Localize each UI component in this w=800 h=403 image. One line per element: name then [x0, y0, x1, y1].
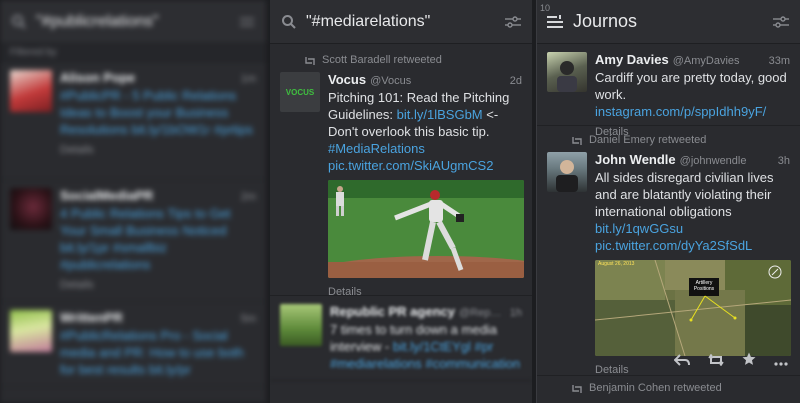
tweet-text: Cardiff you are pretty today, good work.… — [595, 70, 787, 119]
tweet[interactable]: WrittenPR 5m #PublicRelations Pro - Socia… — [0, 302, 266, 387]
tweet-author[interactable]: Alison Pope — [60, 70, 135, 85]
tweet-text: 4 Public Relations Tips to Get Your Smal… — [60, 206, 231, 272]
tweet[interactable]: Republic PR agency @Republic... 1h 7 tim… — [270, 296, 532, 381]
avatar[interactable] — [10, 188, 52, 230]
tweet-author[interactable]: Amy Davies — [595, 52, 669, 67]
avatar[interactable]: VOCUS — [280, 72, 320, 112]
tweet-time: 1h — [509, 307, 522, 319]
tweet-actions — [673, 352, 788, 369]
retweeted-by[interactable]: Daniel Emery retweeted — [589, 134, 706, 146]
retweet-action-icon[interactable] — [708, 353, 724, 369]
tweet-link[interactable]: bit.ly/1qwGGsu — [595, 221, 683, 236]
map-annotation-label: Artillery Positions — [693, 280, 715, 292]
avatar[interactable] — [280, 304, 322, 346]
column-header: Journos — [537, 0, 800, 44]
avatar[interactable] — [547, 52, 587, 92]
hashtag-link[interactable]: #pr — [475, 339, 494, 354]
retweet-icon — [304, 56, 316, 69]
tweet-author[interactable]: Republic PR agency — [330, 304, 455, 319]
column-header: "#mediarelations" — [270, 0, 532, 44]
tweet[interactable]: SocialMediaPR 2m 4 Public Relations Tips … — [0, 180, 266, 302]
tweet-time: 5m — [240, 313, 256, 325]
search-icon — [10, 13, 28, 31]
tweet-image-baseball[interactable] — [328, 180, 524, 278]
retweet-icon — [571, 136, 583, 149]
avatar[interactable] — [10, 70, 52, 112]
tweet-image-satellite-map[interactable]: August 26, 2013 Artillery Positions — [595, 260, 791, 356]
column-title: "#publicrelations" — [36, 12, 159, 30]
column-title: Journos — [573, 11, 638, 31]
tweet-time: 2d — [509, 75, 522, 87]
tweet-author[interactable]: SocialMediaPR — [60, 188, 153, 203]
tweet-link[interactable]: bit.ly/1CtEYgl — [393, 339, 471, 354]
column-number: 10 — [540, 3, 551, 13]
tweet[interactable]: Amy Davies @AmyDavies 33m Cardiff you ar… — [537, 44, 800, 138]
column-settings-icon[interactable] — [504, 13, 522, 31]
hashtag-link[interactable]: #MediaRelations — [328, 141, 425, 156]
tweet[interactable]: Alison Pope 1m #PublicPR - 5 Public Relat… — [0, 62, 266, 180]
tweet-handle[interactable]: @johnwendle — [680, 155, 772, 167]
avatar[interactable] — [547, 152, 587, 192]
vocus-logo: VOCUS — [285, 87, 315, 97]
tweet-author[interactable]: John Wendle — [595, 152, 676, 167]
tweet-link[interactable]: bit.ly/1lBSGbM — [397, 107, 483, 122]
retweet-icon — [571, 384, 583, 397]
column-publicrelations: "#publicrelations" Filtered by Alison Po… — [0, 0, 266, 403]
tweet-text: All sides disregard civilian lives and a… — [595, 170, 774, 253]
retweet-line: Benjamin Cohen retweeted — [572, 382, 790, 394]
pic-link[interactable]: pic.twitter.com/SkiAUgmCS2 — [328, 158, 493, 173]
tweet-text: #PublicRelations Pro - Social media and … — [60, 328, 244, 377]
tweet-time: 2m — [240, 191, 256, 203]
column-mediarelations: "#mediarelations" Scott Baradell retweet… — [270, 0, 532, 403]
map-date-label: August 26, 2013 — [598, 261, 635, 267]
retweeted-by[interactable]: Benjamin Cohen retweeted — [589, 382, 722, 394]
column-journos: 10 Journos Amy Davies @AmyDavies 33m Car… — [536, 0, 800, 403]
list-icon — [547, 13, 565, 31]
tweet-author[interactable]: Vocus — [328, 72, 366, 87]
reply-icon[interactable] — [673, 353, 690, 369]
instagram-link[interactable]: instagram.com/p/sppIdhh9yF/ — [595, 104, 766, 119]
tweet-handle[interactable]: @AmyDavies — [673, 55, 763, 67]
more-options-icon[interactable] — [774, 353, 788, 369]
details-link[interactable]: Details — [60, 279, 256, 291]
hashtag-link[interactable]: #mediarelations #communication — [330, 356, 520, 371]
tweet-time: 3h — [777, 155, 790, 167]
tweet-text: Pitching 101: Read the Pitching Guidelin… — [328, 90, 510, 173]
tweet[interactable]: Scott Baradell retweeted VOCUS Vocus @Vo… — [270, 44, 532, 298]
column-settings-icon[interactable] — [772, 13, 790, 31]
avatar[interactable] — [10, 310, 52, 352]
tweet[interactable]: Daniel Emery retweeted John Wendle @john… — [537, 126, 800, 376]
tweet-author[interactable]: WrittenPR — [60, 310, 123, 325]
tweet-text: 7 times to turn down a media interview -… — [330, 322, 521, 371]
tweet-handle[interactable]: @Vocus — [370, 75, 504, 87]
retweet-line: Daniel Emery retweeted — [572, 134, 790, 146]
retweet-line: Scott Baradell retweeted — [305, 54, 522, 66]
tweet-time: 1m — [240, 73, 256, 85]
search-icon — [280, 13, 298, 31]
tweet-handle[interactable]: @Republic... — [459, 307, 504, 319]
tweet-text: #PublicPR - 5 Public Relations Ideas to … — [60, 88, 253, 137]
tweet-time: 33m — [768, 55, 790, 67]
pic-link[interactable]: pic.twitter.com/dyYa2SfSdL — [595, 238, 752, 253]
column-header: "#publicrelations" — [0, 0, 266, 44]
retweeted-by[interactable]: Scott Baradell retweeted — [322, 54, 442, 66]
tweet[interactable]: Benjamin Cohen retweeted — [537, 376, 800, 403]
column-settings-icon[interactable] — [238, 13, 256, 31]
details-link[interactable]: Details — [60, 144, 256, 156]
filter-subheader: Filtered by — [0, 44, 266, 62]
favorite-star-icon[interactable] — [742, 352, 756, 369]
column-title: "#mediarelations" — [306, 12, 431, 30]
